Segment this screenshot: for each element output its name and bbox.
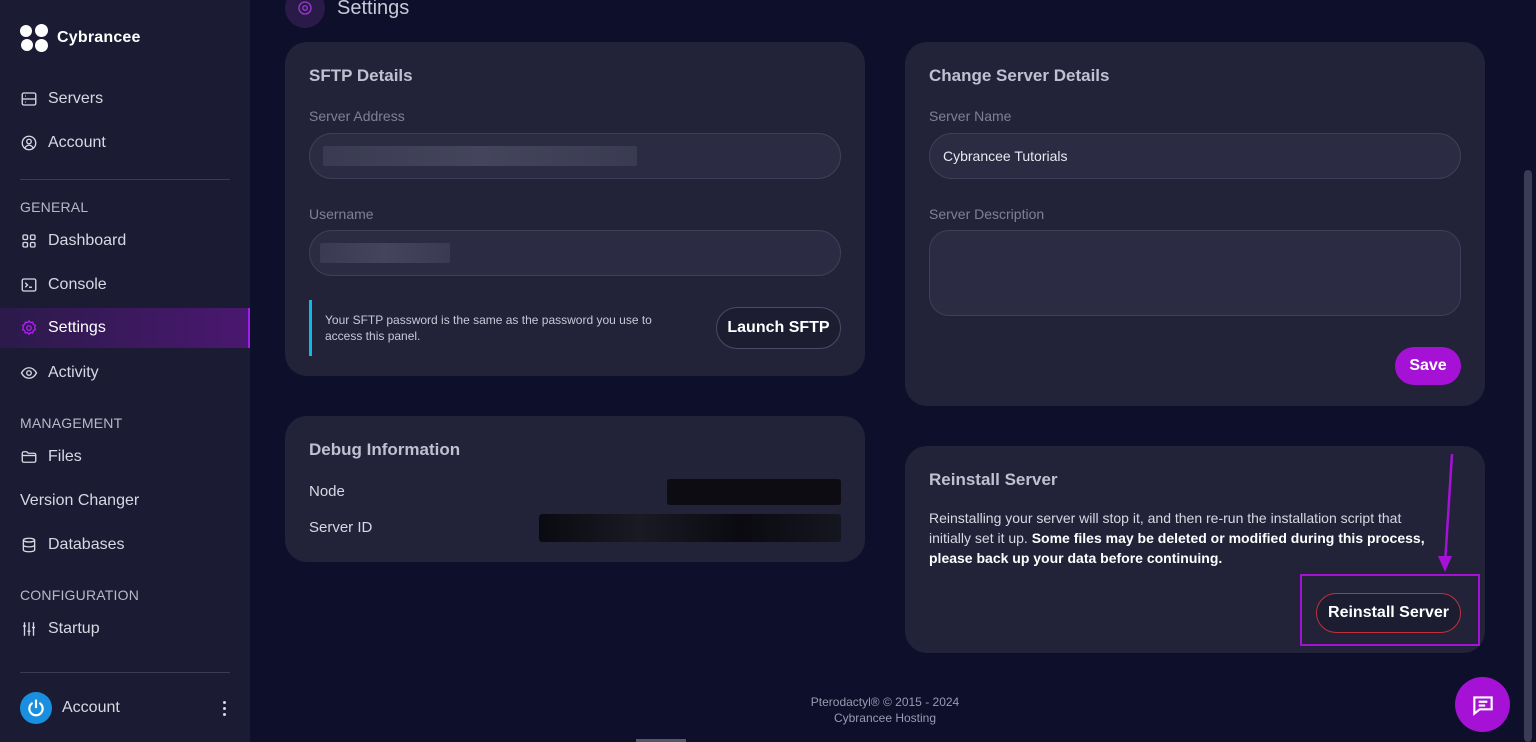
page-title: Settings <box>337 0 410 19</box>
server-description-textarea[interactable] <box>929 230 1461 316</box>
sidebar-divider <box>20 672 230 673</box>
sidebar-item-databases[interactable]: Databases <box>0 525 250 565</box>
sidebar-item-version-changer[interactable]: Version Changer <box>0 481 250 521</box>
sidebar-item-label: Dashboard <box>48 232 127 249</box>
info-text: Your SFTP password is the same as the pa… <box>325 313 652 343</box>
sidebar-item-startup[interactable]: Startup <box>0 609 250 649</box>
sftp-details-card: SFTP Details Server Address Username You… <box>285 42 865 376</box>
eye-icon <box>20 367 38 379</box>
card-title: Reinstall Server <box>929 470 1058 489</box>
card-title: Change Server Details <box>929 66 1110 85</box>
field-label: Username <box>309 206 374 222</box>
sidebar-item-label: Account <box>48 134 106 151</box>
reinstall-description: Reinstalling your server will stop it, a… <box>929 508 1439 568</box>
sidebar-item-activity[interactable]: Activity <box>0 353 250 393</box>
sidebar-item-label: Databases <box>48 536 125 553</box>
sidebar-item-account[interactable]: Account <box>0 123 250 163</box>
reinstall-server-button[interactable]: Reinstall Server <box>1316 593 1461 633</box>
account-label: Account <box>62 699 120 716</box>
brand-name: Cybrancee <box>57 29 141 46</box>
save-button[interactable]: Save <box>1395 347 1461 385</box>
section-label-configuration: CONFIGURATION <box>20 587 140 603</box>
sidebar-item-label: Settings <box>48 319 106 336</box>
scrollbar-thumb[interactable] <box>1524 170 1532 742</box>
page-header: Settings <box>285 0 409 28</box>
card-title: Debug Information <box>309 440 461 459</box>
footer: Pterodactyl® © 2015 - 2024 Cybrancee Hos… <box>700 694 1070 726</box>
sidebar-item-servers[interactable]: Servers <box>0 79 250 119</box>
sidebar-item-settings[interactable]: Settings <box>0 308 250 348</box>
field-label: Server Description <box>929 206 1045 222</box>
sidebar: Cybrancee Servers Account GENERAL Dashbo… <box>0 0 250 742</box>
field-label: Server Name <box>929 108 1012 124</box>
power-icon <box>28 699 44 717</box>
redacted-value <box>323 146 637 166</box>
server-icon <box>21 92 37 106</box>
sidebar-divider <box>20 179 230 180</box>
brand-logo-icon <box>20 24 48 52</box>
gear-icon <box>21 319 37 336</box>
server-address-field[interactable] <box>309 133 841 179</box>
account-menu[interactable]: Account <box>20 692 230 724</box>
avatar[interactable] <box>20 692 52 724</box>
gear-icon <box>285 0 325 28</box>
server-name-input[interactable]: Cybrancee Tutorials <box>929 133 1461 179</box>
launch-sftp-button[interactable]: Launch SFTP <box>716 307 841 349</box>
database-icon <box>22 537 36 553</box>
chat-icon <box>1472 695 1493 716</box>
card-title: SFTP Details <box>309 66 413 85</box>
server-id-value-redacted <box>539 514 841 542</box>
sidebar-item-files[interactable]: Files <box>0 437 250 477</box>
sidebar-item-dashboard[interactable]: Dashboard <box>0 221 250 261</box>
change-server-details-card: Change Server Details Server Name Cybran… <box>905 42 1485 406</box>
username-field[interactable] <box>309 230 841 276</box>
sidebar-item-console[interactable]: Console <box>0 265 250 305</box>
node-value-redacted <box>667 479 841 505</box>
node-label: Node <box>309 483 345 500</box>
sidebar-item-label: Console <box>48 276 107 293</box>
folder-icon <box>21 451 37 463</box>
sidebar-item-label: Servers <box>48 90 104 107</box>
sidebar-item-label: Startup <box>48 620 100 637</box>
brand[interactable]: Cybrancee <box>20 24 141 52</box>
sidebar-item-label: Files <box>48 448 82 465</box>
redacted-value <box>320 243 450 263</box>
debug-information-card: Debug Information Node Server ID <box>285 416 865 562</box>
server-id-label: Server ID <box>309 519 373 536</box>
terminal-icon <box>21 278 37 292</box>
section-label-management: MANAGEMENT <box>20 415 123 431</box>
sidebar-item-label: Version Changer <box>20 492 140 509</box>
sftp-password-info: Your SFTP password is the same as the pa… <box>309 300 689 356</box>
annotation-arrow-icon <box>1438 453 1454 572</box>
chat-button[interactable] <box>1455 677 1510 732</box>
footer-host: Cybrancee Hosting <box>833 711 937 725</box>
field-label: Server Address <box>309 108 405 124</box>
sidebar-item-label: Activity <box>48 364 99 381</box>
section-label-general: GENERAL <box>20 199 89 215</box>
sliders-icon <box>23 622 35 636</box>
user-circle-icon <box>21 135 37 151</box>
kebab-menu-icon[interactable] <box>219 697 230 720</box>
grid-icon <box>22 234 36 248</box>
footer-copyright: Pterodactyl® © 2015 - 2024 <box>810 695 960 709</box>
